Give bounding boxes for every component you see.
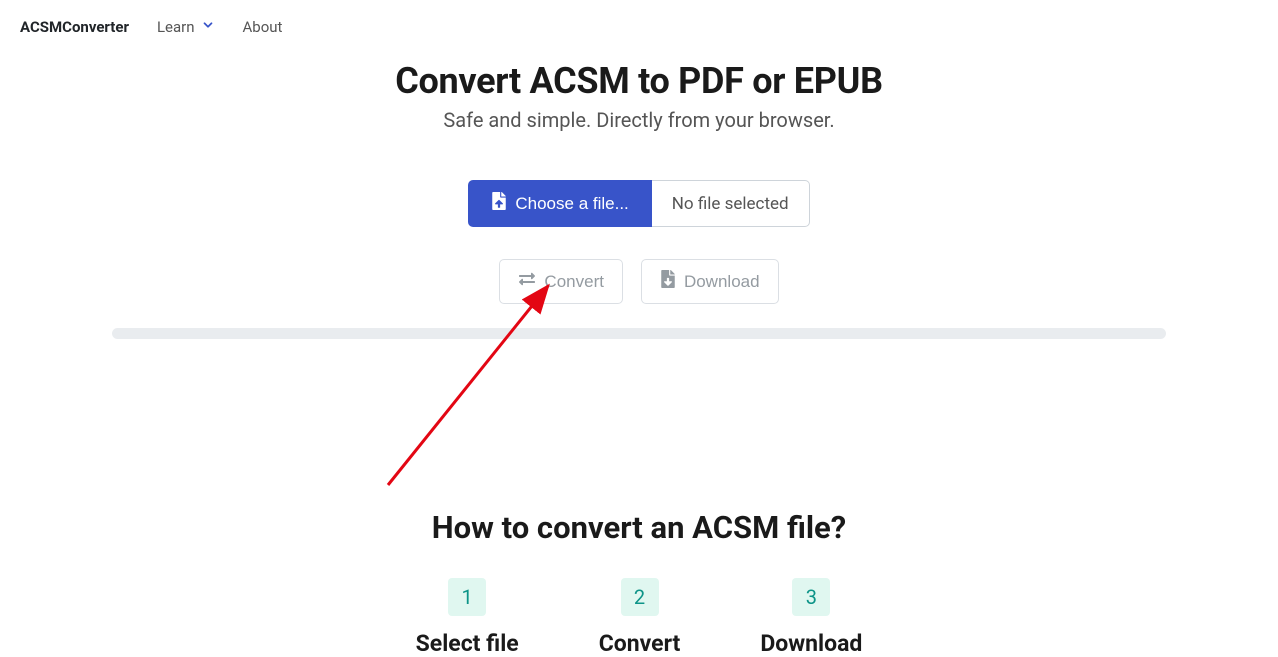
hero-section: Convert ACSM to PDF or EPUB Safe and sim… [0, 60, 1278, 132]
nav-about[interactable]: About [243, 18, 283, 36]
download-button[interactable]: Download [641, 259, 779, 304]
howto-section: How to convert an ACSM file? 1 Select fi… [0, 509, 1278, 657]
step-item: 1 Select file [416, 578, 519, 657]
annotation-arrow-icon [380, 270, 570, 500]
exchange-icon [518, 271, 536, 292]
step-number: 1 [448, 578, 486, 616]
action-row: Convert Download [0, 259, 1278, 304]
step-number: 2 [621, 578, 659, 616]
file-status-label: No file selected [652, 180, 810, 227]
steps-row: 1 Select file 2 Convert 3 Download [416, 578, 863, 657]
step-item: 3 Download [760, 578, 862, 657]
choose-file-label: Choose a file... [515, 194, 628, 214]
step-label: Download [760, 630, 862, 657]
file-download-icon [660, 270, 676, 293]
navbar: ACSMConverter Learn About [0, 0, 1278, 54]
page-title: Convert ACSM to PDF or EPUB [0, 60, 1278, 102]
step-number: 3 [792, 578, 830, 616]
convert-button[interactable]: Convert [499, 259, 623, 304]
choose-file-button[interactable]: Choose a file... [468, 180, 651, 227]
howto-title: How to convert an ACSM file? [0, 509, 1278, 546]
chevron-down-icon [201, 18, 215, 36]
file-select-row: Choose a file... No file selected [0, 180, 1278, 227]
file-upload-icon [491, 192, 507, 215]
convert-label: Convert [544, 272, 604, 292]
step-item: 2 Convert [599, 578, 681, 657]
step-label: Convert [599, 630, 681, 657]
download-label: Download [684, 272, 760, 292]
nav-learn-label: Learn [157, 18, 195, 36]
nav-learn[interactable]: Learn [157, 18, 215, 36]
progress-bar [112, 328, 1166, 339]
step-label: Select file [416, 630, 519, 657]
page-subtitle: Safe and simple. Directly from your brow… [0, 108, 1278, 132]
brand-logo[interactable]: ACSMConverter [20, 18, 129, 36]
